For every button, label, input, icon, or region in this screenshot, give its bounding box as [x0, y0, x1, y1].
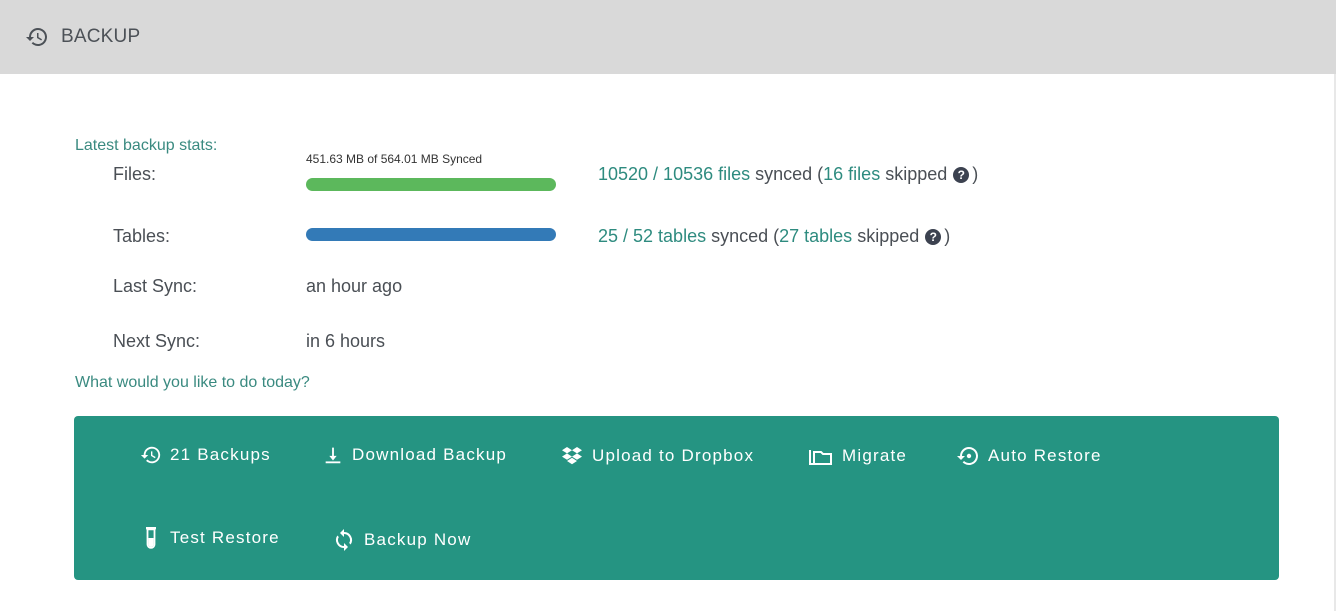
migrate-icon — [809, 450, 832, 465]
tables-stat: 25 / 52 tables synced ( 27 tables skippe… — [598, 226, 950, 247]
test-tube-icon — [146, 527, 156, 549]
last-sync-value: an hour ago — [306, 276, 403, 296]
next-sync-value: in 6 hours — [306, 331, 386, 351]
tables-skipped-link[interactable]: 27 tables — [779, 226, 852, 247]
history-icon — [25, 25, 49, 49]
download-backup-label: Download Backup — [352, 445, 508, 464]
upload-dropbox-label: Upload to Dropbox — [592, 446, 755, 465]
tables-synced-text: synced ( — [706, 226, 780, 246]
auto-restore-button[interactable]: Auto Restore — [956, 444, 1102, 468]
test-restore-label: Test Restore — [170, 528, 280, 547]
auto-restore-label: Auto Restore — [988, 446, 1102, 465]
migrate-label: Migrate — [842, 446, 908, 465]
files-progress-bar — [306, 178, 556, 191]
history-icon — [140, 446, 161, 464]
question-circle-icon[interactable]: ? — [953, 166, 970, 183]
files-stat: 10520 / 10536 files synced ( 16 files sk… — [598, 164, 978, 185]
tables-progress-bar — [306, 228, 556, 241]
tables-skipped-text: skipped — [852, 226, 920, 246]
backup-now-label: Backup Now — [364, 530, 472, 549]
page-title: BACKUP — [61, 26, 141, 47]
tables-count-link[interactable]: 25 / 52 tables — [598, 226, 706, 247]
test-restore-button[interactable]: Test Restore — [140, 525, 280, 551]
last-sync-label: Last Sync: — [113, 276, 198, 296]
tables-label: Tables: — [113, 226, 171, 246]
actions-panel: 21 Backups Download Backup Upload to Dro… — [74, 416, 1279, 580]
dropbox-icon — [562, 447, 582, 465]
backups-button-label: 21 Backups — [170, 445, 271, 464]
migrate-button[interactable]: Migrate — [808, 444, 907, 468]
question-circle-icon[interactable]: ? — [925, 228, 942, 245]
download-icon — [325, 447, 341, 464]
upload-dropbox-button[interactable]: Upload to Dropbox — [560, 444, 754, 468]
download-backup-button[interactable]: Download Backup — [322, 444, 507, 466]
files-size-caption: 451.63 MB of 564.01 MB Synced — [306, 152, 483, 166]
files-synced-text: synced ( — [750, 164, 824, 184]
tables-close-paren: ) — [944, 226, 951, 246]
refresh-icon — [335, 529, 353, 551]
files-label: Files: — [113, 164, 157, 184]
next-sync-label: Next Sync: — [113, 331, 201, 351]
restore-icon — [957, 447, 978, 465]
files-skipped-text: skipped — [880, 164, 948, 184]
actions-heading: What would you like to do today? — [75, 374, 310, 391]
files-skipped-link[interactable]: 16 files — [823, 164, 880, 185]
backups-button[interactable]: 21 Backups — [140, 444, 271, 466]
files-count-link[interactable]: 10520 / 10536 files — [598, 164, 750, 185]
files-close-paren: ) — [972, 164, 979, 184]
backup-now-button[interactable]: Backup Now — [332, 528, 471, 552]
page-header: BACKUP — [0, 0, 1336, 74]
stats-heading: Latest backup stats: — [75, 137, 218, 154]
